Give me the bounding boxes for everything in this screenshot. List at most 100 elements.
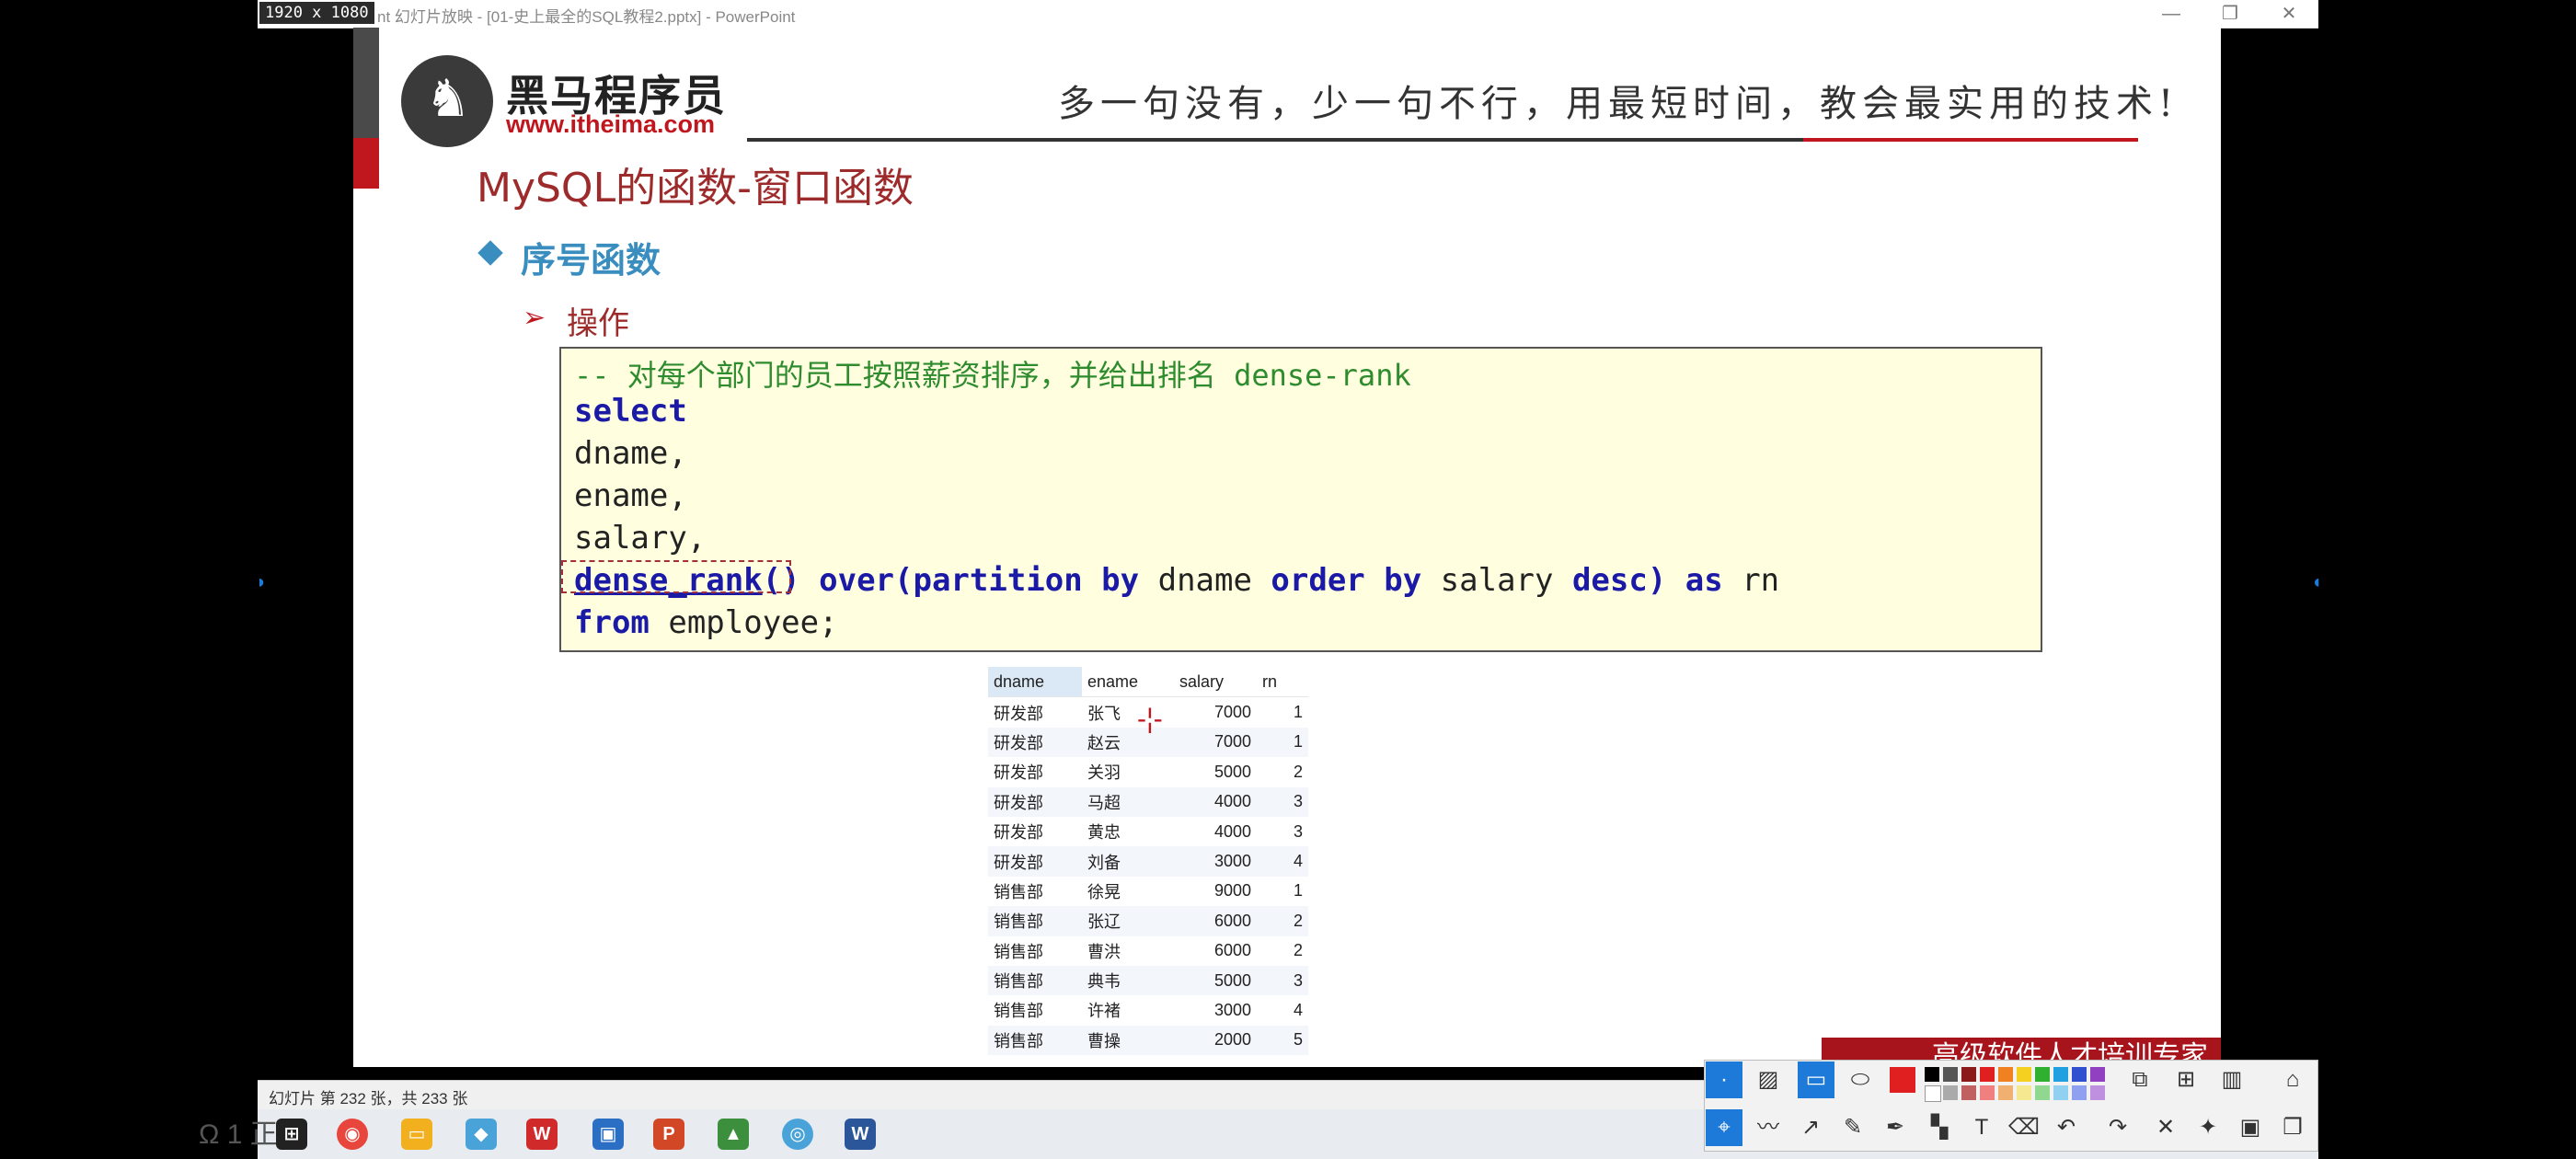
text-tool-icon[interactable]: T [1963,1109,2000,1146]
table-row: 销售部 徐晃 9000 1 [988,877,1308,906]
color-swatch-lightgreen[interactable] [2035,1085,2050,1100]
restore-button[interactable]: ❐ [2202,0,2258,28]
word-icon[interactable]: W [845,1119,876,1150]
cell-dname: 销售部 [988,906,1082,936]
color-swatch-purple[interactable] [2090,1067,2105,1082]
rectangle-tool-icon[interactable]: ▭ [1798,1061,1834,1098]
cell-dname: 销售部 [994,942,1043,961]
cell-dname: 研发部 [994,763,1043,783]
cell-dname: 研发部 [994,823,1043,843]
color-swatch-blue[interactable] [2072,1067,2087,1082]
color-swatch-white[interactable] [1925,1085,1941,1102]
color-swatch-orange[interactable] [1998,1067,2013,1082]
save-icon[interactable]: ▣ [2232,1109,2269,1146]
cell-dname: 研发部 [988,786,1082,817]
select-tool-icon[interactable]: ⌖ [1706,1109,1742,1146]
close-icon[interactable]: ✕ [2147,1109,2184,1146]
ellipse-tool-icon[interactable]: ⬭ [1842,1061,1879,1098]
cell-rn: 4 [1257,846,1308,877]
cell-salary: 2000 [1174,1025,1257,1056]
cell-dname: 销售部 [988,1025,1082,1056]
grid-icon[interactable]: ⊞ [2168,1061,2204,1098]
highlighter-icon[interactable]: ✒ [1877,1109,1914,1146]
close-button[interactable]: ✕ [2261,0,2317,28]
file-explorer-icon[interactable]: ▭ [401,1119,432,1150]
screenshot-icon[interactable]: ⧉ [2122,1061,2158,1098]
code-dname: dname [1139,562,1271,599]
pin-icon[interactable]: ✦ [2190,1109,2226,1146]
color-swatch-pink[interactable] [1980,1085,1995,1100]
cell-rn: 3 [1257,965,1308,996]
color-swatch-red[interactable] [1980,1067,1995,1082]
cell-salary: 6000 [1213,941,1251,960]
cell-dname: 研发部 [988,727,1082,758]
copy-icon[interactable]: ❐ [2274,1109,2311,1146]
cell-salary: 7000 [1174,727,1257,758]
cell-rn: 2 [1257,906,1308,936]
powerpoint-icon[interactable]: P [653,1119,684,1150]
table-header-row: dname ename salary rn [988,667,1308,698]
cell-ename: 关羽 [1087,763,1121,783]
line-tool-icon[interactable]: 〰 [1750,1109,1787,1146]
hatch-fill-icon[interactable]: ▨ [1750,1061,1787,1098]
left-edge-handle[interactable]: ◗ [256,572,267,593]
resolution-badge: 1920 x 1080 [259,2,374,24]
column-header-dname[interactable]: dname [988,667,1082,698]
table-row: 销售部 张辽 6000 2 [988,906,1308,936]
mosaic-icon[interactable]: ▚ [1921,1109,1958,1146]
arrow-tool-icon[interactable]: ↗ [1792,1109,1829,1146]
app-green-icon[interactable]: ▲ [718,1119,749,1150]
slide-counter: 幻灯片 第 232 张，共 233 张 [269,1090,468,1107]
color-swatch-yellow[interactable] [2017,1067,2031,1082]
cell-ename: 许褚 [1087,1002,1121,1021]
slide-title: MySQL的函数-窗口函数 [477,165,914,212]
text-selection-box[interactable] [561,560,791,593]
right-edge-handle[interactable]: ◖ [2311,572,2322,593]
color-swatch-green[interactable] [2035,1067,2050,1082]
chrome-icon[interactable]: ◉ [337,1119,368,1150]
chart-icon[interactable]: ▥ [2214,1061,2250,1098]
whiteboard-icon[interactable]: ⌂ [2274,1061,2311,1098]
eraser-icon[interactable]: ⌫ [2006,1109,2042,1146]
table-row: 研发部 刘备 3000 4 [988,846,1308,877]
color-swatch-lightblue[interactable] [2072,1085,2087,1100]
cell-salary: 9000 [1213,881,1251,901]
code-employee: employee; [649,604,838,641]
color-swatch-lavender[interactable] [2090,1085,2105,1100]
color-swatch-darkred[interactable] [1961,1067,1976,1082]
cell-ename: 曹洪 [1087,942,1121,961]
redo-icon[interactable]: ↷ [2099,1109,2136,1146]
column-header-rn[interactable]: rn [1257,667,1308,698]
color-swatch-red-selected[interactable] [1890,1067,1915,1093]
color-swatch-rose[interactable] [1961,1085,1976,1100]
app-orange-icon[interactable]: ▣ [592,1119,624,1150]
color-swatch-gray[interactable] [1943,1067,1958,1082]
color-swatch-lightyellow[interactable] [2017,1085,2031,1100]
color-swatch-black[interactable] [1925,1067,1939,1082]
color-swatch-peach[interactable] [1998,1085,2013,1100]
code-order-by: order by [1271,562,1422,599]
dot-size-icon[interactable]: · [1706,1061,1742,1098]
app-swirl-icon[interactable]: ◎ [782,1119,813,1150]
app-blue-icon[interactable]: ◆ [466,1119,497,1150]
code-rn: rn [1722,562,1780,599]
minimize-button[interactable]: — [2144,0,2199,28]
column-header-salary[interactable]: salary [1174,667,1257,698]
color-swatch-lightcyan[interactable] [2053,1085,2068,1100]
windows-start-icon[interactable]: ⊞ [276,1119,307,1150]
color-swatch-cyan[interactable] [2053,1067,2068,1082]
cell-rn: 2 [1293,762,1303,781]
undo-icon[interactable]: ↶ [2048,1109,2085,1146]
code-comment: -- 对每个部门的员工按照薪资排序，并给出排名 dense-rank [574,358,1411,393]
column-header-ename[interactable]: ename [1082,667,1174,698]
table-row: 研发部 马超 4000 3 [988,786,1308,817]
table-row: 销售部 曹操 2000 5 [988,1025,1308,1056]
table-row: 研发部 关羽 5000 2 [988,757,1308,786]
pen-tool-icon[interactable]: ✎ [1834,1109,1871,1146]
wps-icon[interactable]: W [526,1119,558,1150]
table-body: 研发部 张飞 7000 1 研发部 赵云 7000 1 研发部 关羽 5000 2 研发部 马超 4000 3… [988,697,1308,1056]
cell-rn: 2 [1293,941,1303,960]
code-line-select: select [574,393,687,430]
slogan: 多一句没有，少一句不行，用最短时间，教会最实用的技术! [1058,83,2179,125]
color-swatch-lightgray[interactable] [1943,1085,1958,1100]
